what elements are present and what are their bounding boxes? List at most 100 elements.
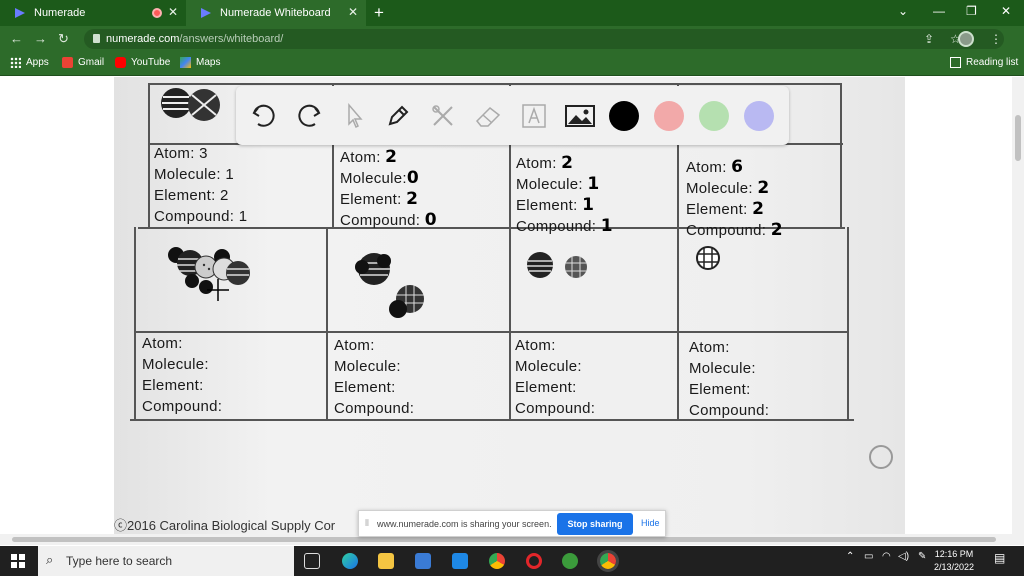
- app-icon[interactable]: [562, 553, 578, 569]
- color-green-swatch[interactable]: [699, 101, 729, 131]
- reading-list-button[interactable]: Reading list: [950, 57, 1018, 68]
- tab-numerade-whiteboard[interactable]: Numerade Whiteboard ✕: [186, 0, 366, 26]
- new-tab-button[interactable]: +: [374, 3, 384, 23]
- handwritten-answer: 0: [424, 210, 437, 230]
- search-placeholder: Type here to search: [66, 554, 173, 568]
- stop-sharing-button[interactable]: Stop sharing: [557, 513, 633, 535]
- restore-button[interactable]: ❐: [966, 4, 977, 18]
- crosshair-cursor-icon: [207, 279, 229, 301]
- tab-search-icon[interactable]: ⌄: [898, 4, 908, 18]
- scroll-thumb[interactable]: [1015, 115, 1021, 161]
- cell-r1c3: Atom: 2 Molecule: 1 Element: 1 Compound:…: [516, 153, 613, 237]
- numerade-logo-icon: [15, 8, 25, 18]
- molecule-label: Molecule:: [334, 358, 401, 375]
- undo-button[interactable]: [248, 100, 280, 132]
- back-button[interactable]: ←: [10, 31, 23, 46]
- file-explorer-icon[interactable]: [378, 553, 394, 569]
- opera-icon[interactable]: [526, 553, 542, 569]
- tools-button[interactable]: [427, 100, 459, 132]
- compound-label: Compound:: [689, 402, 770, 419]
- minimize-button[interactable]: —: [933, 4, 945, 18]
- lock-icon: [93, 34, 100, 43]
- compound-label: Compound:: [142, 398, 223, 415]
- forward-button[interactable]: →: [34, 31, 47, 46]
- close-window-button[interactable]: ✕: [1001, 4, 1011, 18]
- volume-icon[interactable]: ◁): [898, 551, 909, 562]
- molecule-label: Molecule:: [515, 358, 582, 375]
- microsoft-store-icon[interactable]: [415, 553, 431, 569]
- pointer-button[interactable]: [338, 100, 370, 132]
- element-label: Element:: [142, 377, 204, 394]
- cell-r1c1: Atom: 3 Molecule: 1 Element: 2 Compound:…: [154, 143, 247, 227]
- whiteboard-toolbar: [236, 86, 789, 145]
- mail-icon[interactable]: [452, 553, 468, 569]
- vertical-scrollbar[interactable]: [1012, 77, 1024, 534]
- molecule-count: Molecule: 1: [154, 166, 235, 183]
- atom-label: Atom:: [334, 337, 375, 354]
- color-lavender-swatch[interactable]: [744, 101, 774, 131]
- bookmark-youtube[interactable]: YouTube: [115, 57, 170, 68]
- image-button[interactable]: [564, 100, 596, 132]
- copyright-label: 2016 Carolina Biological Supply Cor: [127, 518, 336, 533]
- tray-chevron-icon[interactable]: ⌃: [846, 551, 854, 562]
- whiteboard-canvas[interactable]: Atom: 3 Molecule: 1 Element: 2 Compound:…: [0, 77, 1024, 534]
- eraser-button[interactable]: [472, 100, 504, 132]
- bookmark-gmail[interactable]: Gmail: [62, 57, 104, 68]
- handwritten-answer: 2: [770, 220, 783, 240]
- clock-date: 2/13/2022: [934, 562, 975, 572]
- youtube-icon: [115, 57, 126, 68]
- taskbar-search-box[interactable]: ⌕ Type here to search: [38, 546, 294, 576]
- reload-button[interactable]: ↻: [58, 31, 69, 47]
- windows-taskbar: ⌕ Type here to search ⌃ ▭ ◠ ◁) ✎ 12:16 P…: [0, 546, 1024, 576]
- bookmark-maps[interactable]: Maps: [180, 57, 220, 68]
- worksheet-image: Atom: 3 Molecule: 1 Element: 2 Compound:…: [114, 77, 905, 534]
- element-count: Element: 2: [154, 187, 229, 204]
- close-tab-icon[interactable]: ✕: [168, 5, 178, 19]
- pen-button[interactable]: [382, 100, 414, 132]
- notifications-icon[interactable]: ▤: [994, 551, 1005, 565]
- windows-start-icon[interactable]: [11, 554, 25, 568]
- drag-handle-icon[interactable]: ⦀: [365, 518, 377, 529]
- grid-line: [847, 227, 849, 421]
- url-field[interactable]: numerade.com/answers/whiteboard/ ⇪ ☆ ⋮: [84, 29, 1004, 49]
- task-view-icon[interactable]: [304, 553, 320, 569]
- battery-icon[interactable]: ▭: [864, 551, 873, 562]
- menu-icon[interactable]: ⋮: [990, 32, 1002, 46]
- system-clock[interactable]: 12:16 PM 2/13/2022: [934, 548, 974, 574]
- cell-r1c2: Atom: 2 Molecule:0 Element: 2 Compound: …: [340, 147, 437, 231]
- pen-workspace-icon[interactable]: ✎: [918, 551, 926, 562]
- text-button[interactable]: [518, 100, 550, 132]
- text-icon: [522, 104, 546, 128]
- tools-icon: [432, 105, 453, 126]
- handwritten-answer: 1: [600, 216, 613, 236]
- scroll-thumb[interactable]: [12, 537, 996, 542]
- tab-numerade[interactable]: Numerade ✕: [0, 0, 186, 26]
- profile-avatar[interactable]: [958, 31, 974, 47]
- element-label: Element:: [686, 201, 748, 218]
- chrome-active-icon[interactable]: [597, 550, 619, 572]
- color-pink-swatch[interactable]: [654, 101, 684, 131]
- handwritten-answer: 2: [561, 153, 574, 173]
- chrome-icon[interactable]: [489, 553, 505, 569]
- atom-label: Atom:: [689, 339, 730, 356]
- share-icon[interactable]: ⇪: [924, 32, 934, 46]
- close-tab-icon[interactable]: ✕: [348, 5, 358, 19]
- undo-icon: [252, 104, 275, 127]
- element-label: Element:: [334, 379, 396, 396]
- bookmark-apps[interactable]: Apps: [10, 57, 49, 68]
- reading-list-icon: [950, 57, 961, 68]
- redo-button[interactable]: [293, 100, 325, 132]
- eraser-icon: [475, 107, 501, 127]
- edge-icon[interactable]: [342, 553, 358, 569]
- hide-share-bar-link[interactable]: Hide: [641, 518, 660, 528]
- color-black-swatch[interactable]: [609, 101, 639, 131]
- grid-line: [134, 331, 848, 333]
- clock-time: 12:16 PM: [934, 549, 974, 559]
- apps-grid-icon: [10, 57, 21, 68]
- grid-line: [326, 227, 328, 421]
- compound-label: Compound:: [334, 400, 415, 417]
- wifi-icon[interactable]: ◠: [882, 551, 891, 562]
- element-label: Element:: [689, 381, 751, 398]
- handwritten-answer: 6: [731, 157, 744, 177]
- molecule-drawing: [527, 252, 587, 278]
